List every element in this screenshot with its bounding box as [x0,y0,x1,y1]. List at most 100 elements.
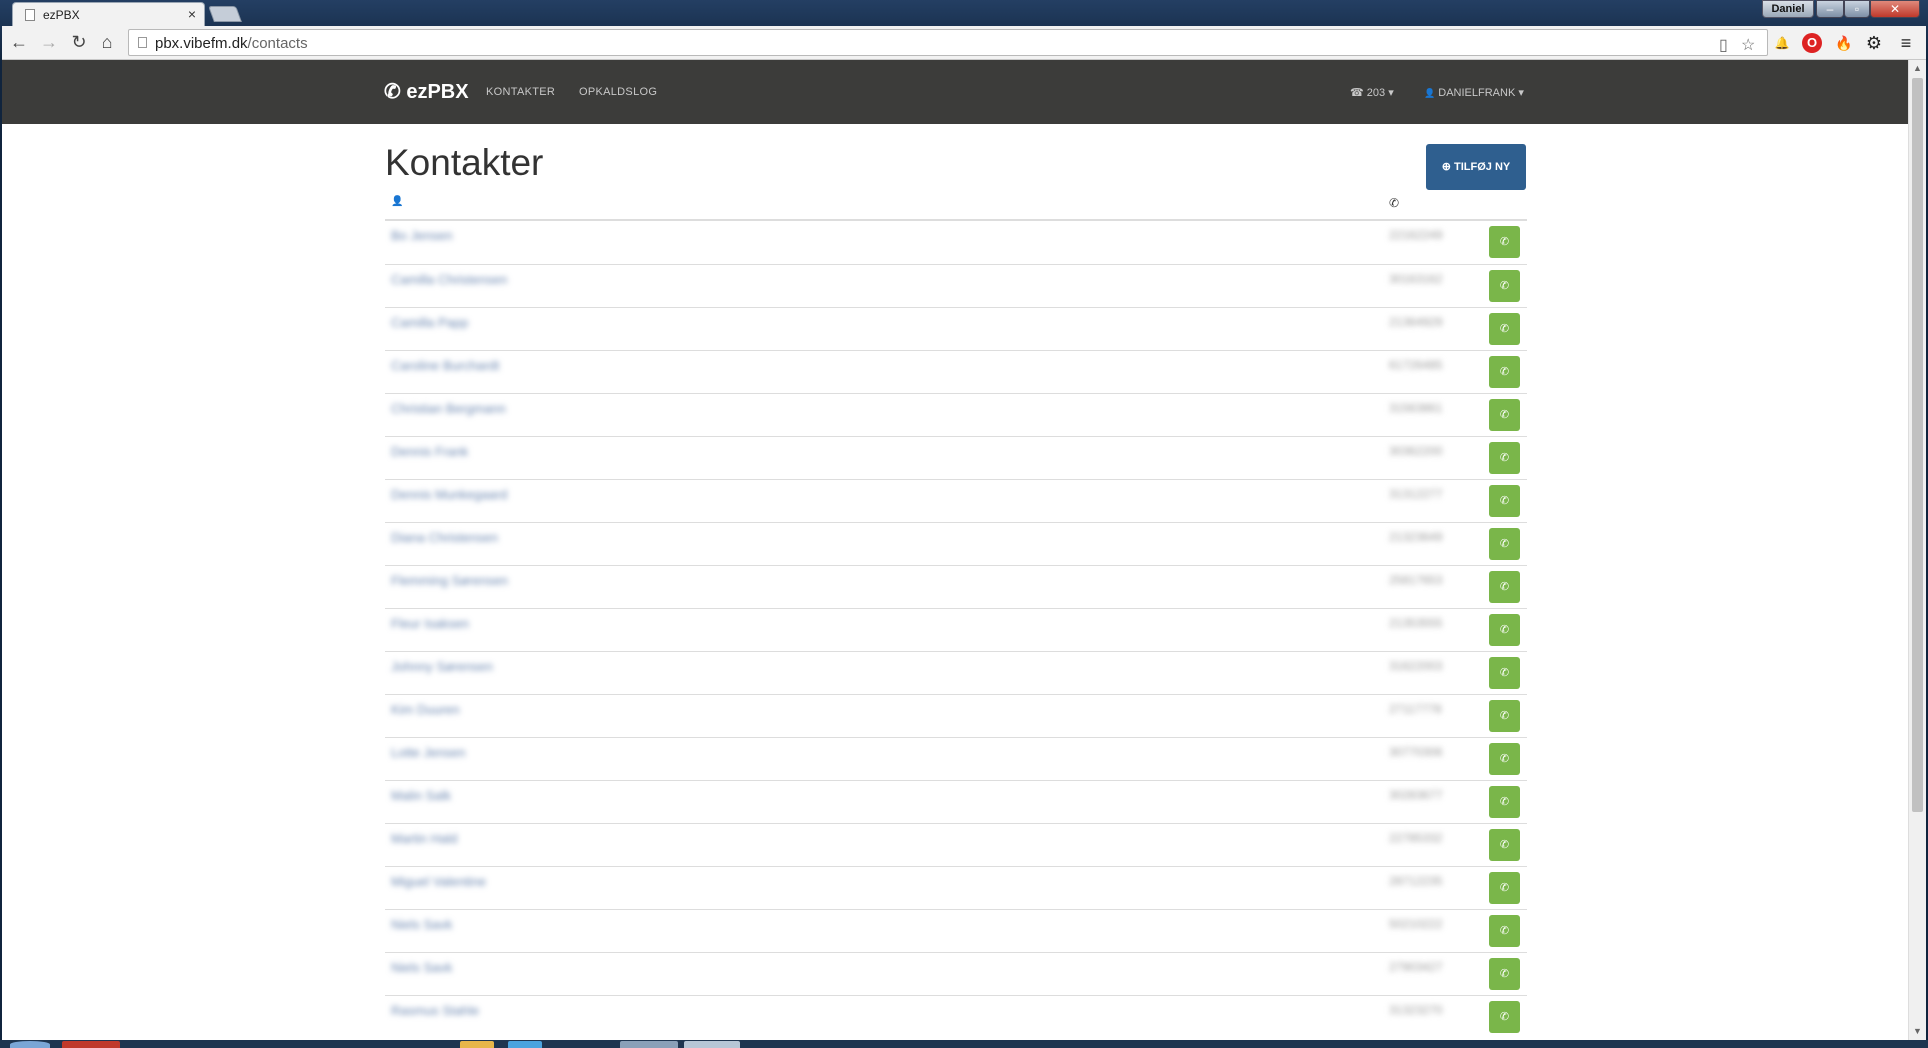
contact-name[interactable]: Martin Hald [391,831,457,846]
phone-icon: ✆ [1499,667,1510,679]
url-host: pbx.vibefm.dk [155,35,248,52]
tab-title: ezPBX [43,8,80,22]
call-button[interactable]: ✆ [1489,614,1520,646]
url-text: pbx.vibefm.dk/contacts [155,35,308,52]
page-title: Kontakter [385,142,544,183]
name-column-header-icon: 👤 [391,196,404,207]
scroll-up-icon[interactable]: ▲ [1913,63,1922,73]
taskbar-item[interactable] [460,1041,494,1048]
back-icon[interactable]: ← [8,32,30,53]
address-bar[interactable]: pbx.vibefm.dk/contacts ▯ ☆ [128,29,1768,56]
new-tab-button[interactable] [208,6,242,22]
contact-name[interactable]: Camilla Christensen [391,272,507,287]
add-new-contact-button[interactable]: ⊕ TILFØJ NY [1426,144,1526,190]
contact-number: 22162249 [1389,228,1443,242]
contact-name[interactable]: Johnny Sørensen [391,659,493,674]
maximize-button[interactable]: ▫ [1844,0,1870,18]
tab-close-icon[interactable]: × [188,6,196,22]
extension-dropdown[interactable]: ☎ 203 ▾ [1350,86,1394,99]
call-button[interactable]: ✆ [1489,485,1520,517]
contact-name[interactable]: Diana Christensen [391,530,498,545]
call-button[interactable]: ✆ [1489,356,1520,388]
table-row: Christian Bergmann 31563861 ✆ [385,393,1527,436]
minimize-button[interactable]: – [1816,0,1844,18]
notifications-bell-icon[interactable]: 🔔 [1772,33,1792,53]
table-row: Miguel Valentine 28712235 ✆ [385,866,1527,909]
url-path: /contacts [247,35,308,52]
call-button[interactable]: ✆ [1489,657,1520,689]
contact-number: 22785332 [1389,831,1443,845]
scrollbar-thumb[interactable] [1912,78,1923,812]
scroll-down-icon[interactable]: ▼ [1913,1026,1922,1036]
contact-name[interactable]: Camilla Papp [391,315,468,330]
phone-icon: ✆ [1499,280,1510,292]
contact-name[interactable]: Lotte Jensen [391,745,465,760]
table-row: Fleur Isaksen 21353555 ✆ [385,608,1527,651]
table-row: Flemming Sørensen 25817653 ✆ [385,565,1527,608]
opera-extension-icon[interactable]: O [1802,33,1822,53]
contact-name[interactable]: Kim Duuren [391,702,460,717]
contact-name[interactable]: Caroline Burchardt [391,358,499,373]
add-button-label: TILFØJ NY [1454,161,1511,173]
contact-name[interactable]: Fleur Isaksen [391,616,469,631]
contact-name[interactable]: Malin Salk [391,788,451,803]
browser-toolbar: ← → ↻ ⌂ pbx.vibefm.dk/contacts ▯ ☆ 🔔 O 🔥… [2,26,1926,60]
table-row: Dennis Frank 30362200 ✆ [385,436,1527,479]
call-button[interactable]: ✆ [1489,915,1520,947]
call-button[interactable]: ✆ [1489,528,1520,560]
call-button[interactable]: ✆ [1489,270,1520,302]
call-button[interactable]: ✆ [1489,743,1520,775]
contact-name[interactable]: Dennis Frank [391,444,468,459]
app-navbar: ✆ ezPBX KONTAKTER OPKALDSLOG ☎ 203 ▾ 👤 D… [2,60,1908,124]
tab-strip: ezPBX × Daniel – ▫ ✕ [0,0,1928,26]
contact-name[interactable]: Bo Jensen [391,228,452,243]
page-info-icon[interactable] [138,37,147,48]
forward-icon[interactable]: → [38,32,60,53]
brand-logo[interactable]: ✆ ezPBX [384,79,469,104]
call-button[interactable]: ✆ [1489,700,1520,732]
contact-name[interactable]: Rasmus Stahle [391,1003,479,1018]
close-window-button[interactable]: ✕ [1870,0,1920,18]
phone-icon: ✆ [1499,366,1510,378]
contact-name[interactable]: Niels Savk [391,917,452,932]
nav-call-log[interactable]: OPKALDSLOG [579,86,657,98]
settings-gear-icon[interactable]: ⚙ [1864,33,1884,53]
contact-name[interactable]: Christian Bergmann [391,401,506,416]
reload-icon[interactable]: ↻ [68,32,90,53]
phone-icon: ✆ [1499,882,1510,894]
contact-name[interactable]: Miguel Valentine [391,874,486,889]
call-button[interactable]: ✆ [1489,442,1520,474]
call-button[interactable]: ✆ [1489,786,1520,818]
reader-mode-icon[interactable]: ▯ [1719,35,1728,55]
phone-icon: ✆ [1499,796,1510,808]
profile-badge[interactable]: Daniel [1762,0,1814,18]
browser-window: ezPBX × Daniel – ▫ ✕ ← → ↻ ⌂ pbx.vibefm.… [0,0,1928,1048]
call-button[interactable]: ✆ [1489,313,1520,345]
call-button[interactable]: ✆ [1489,226,1520,258]
taskbar-item-active[interactable] [684,1041,740,1048]
browser-menu-icon[interactable]: ≡ [1896,33,1916,53]
call-button[interactable]: ✆ [1489,829,1520,861]
call-button[interactable]: ✆ [1489,1001,1520,1033]
contact-number: 31323270 [1389,1003,1443,1017]
user-dropdown[interactable]: 👤 DANIELFRANK ▾ [1424,86,1524,99]
call-button[interactable]: ✆ [1489,872,1520,904]
taskbar-item[interactable] [508,1041,542,1048]
start-button[interactable] [10,1041,50,1048]
fire-extension-icon[interactable]: 🔥 [1834,33,1854,53]
phone-icon: ✆ [1499,409,1510,421]
call-button[interactable]: ✆ [1489,399,1520,431]
home-icon[interactable]: ⌂ [96,32,118,53]
contact-name[interactable]: Flemming Sørensen [391,573,508,588]
phone-icon: ✆ [384,81,401,103]
contact-name[interactable]: Niels Savk [391,960,452,975]
contact-name[interactable]: Dennis Munkegaard [391,487,507,502]
taskbar-item[interactable] [620,1041,678,1048]
bookmark-star-icon[interactable]: ☆ [1741,35,1755,55]
call-button[interactable]: ✆ [1489,571,1520,603]
taskbar-item[interactable] [62,1041,120,1048]
nav-contacts[interactable]: KONTAKTER [486,86,555,98]
call-button[interactable]: ✆ [1489,958,1520,990]
page-scrollbar[interactable]: ▲ ▼ [1908,60,1926,1040]
browser-tab-active[interactable]: ezPBX × [12,2,205,26]
